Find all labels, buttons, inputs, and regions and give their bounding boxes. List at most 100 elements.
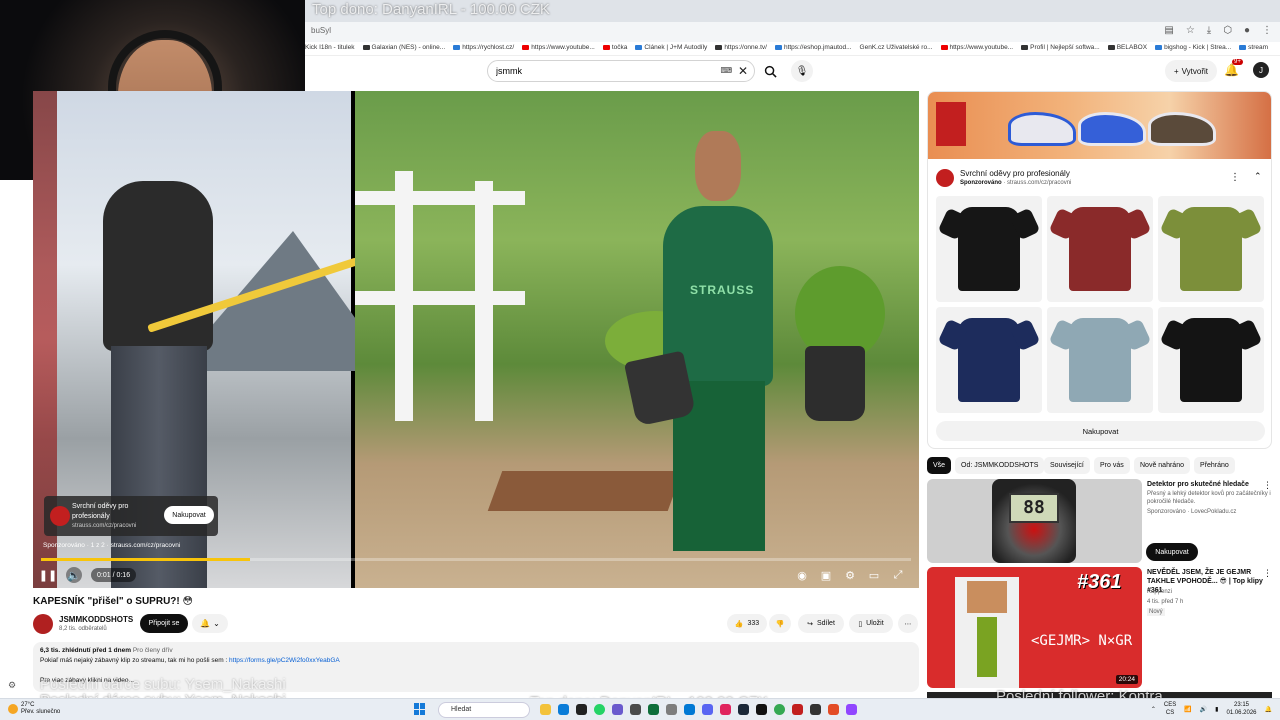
rec-shop-button[interactable]: Nakupovat (1146, 543, 1198, 561)
bookmark-item[interactable]: bigshog - Kick | Strea... (1155, 44, 1231, 51)
ad-card-title[interactable]: Svrchní oděvy pro profesionály (960, 169, 1070, 178)
product-tile[interactable] (1047, 196, 1153, 302)
product-tile[interactable] (1158, 307, 1264, 413)
bookmark-item[interactable]: točka (602, 44, 627, 51)
bookmark-item[interactable]: Článek | J+M Autodíly (635, 44, 707, 51)
rec-channel[interactable]: Kappenzi (1147, 588, 1273, 596)
search-box[interactable]: ⌨ ✕ (487, 60, 755, 82)
app-icon[interactable] (828, 704, 839, 715)
ad-overlay-shop-button[interactable]: Nakupovat (164, 506, 214, 524)
bookmark-item[interactable]: GenK.cz Uživatelské ro... (860, 44, 933, 51)
autoplay-toggle-icon[interactable]: ◉ (793, 568, 811, 582)
notification-settings-button[interactable]: 🔔 ⌄ (192, 614, 228, 633)
app-icon[interactable] (612, 704, 623, 715)
start-button[interactable] (414, 703, 426, 715)
more-icon[interactable]: ⋮ (1263, 480, 1272, 491)
bookmark-item[interactable]: https://www.youtube... (940, 44, 1013, 51)
bookmark-item[interactable]: https://onne.tv/ (715, 44, 767, 51)
bookmark-item[interactable]: https://rychlost.cz/ (453, 44, 514, 51)
volume-icon[interactable]: 🔈 (66, 567, 82, 583)
fullscreen-icon[interactable]: ⤢ (891, 568, 905, 582)
chip-from-channel[interactable]: Od: JSMMKODDSHOTS (955, 457, 1045, 474)
bookmark-item[interactable]: stream (1239, 44, 1268, 51)
channel-name[interactable]: JSMMKODDSHOTS (59, 615, 133, 624)
product-tile[interactable] (1047, 307, 1153, 413)
ad-overlay-card[interactable]: Svrchní oděvy pro profesionály strauss.c… (44, 496, 218, 536)
obs-icon[interactable] (810, 704, 821, 715)
dislike-button[interactable]: 👎 (769, 614, 791, 633)
app-icon[interactable] (792, 704, 803, 715)
bookmark-item[interactable]: Profil | Nejlepší softwa... (1021, 44, 1100, 51)
settings-gear-icon[interactable]: ⚙ (843, 568, 857, 582)
app-icon[interactable] (648, 704, 659, 715)
gear-icon[interactable]: ⚙ (8, 680, 16, 691)
steam-icon[interactable] (738, 704, 749, 715)
sidebar-ad-card[interactable]: Svrchní oděvy pro profesionály Sponzorov… (927, 91, 1272, 449)
voice-search-button[interactable]: 🎙 (791, 60, 813, 82)
profile-icon[interactable]: ● (1244, 25, 1250, 36)
bookmark-item[interactable]: https://eshop.jmautod... (774, 44, 852, 51)
description-link[interactable]: https://forms.gle/pC2Wi2fo0xxYeabGA (229, 657, 340, 664)
address-bar[interactable]: buSyl ▤ ☆ ⤓ ⬡ ● ⋮ (305, 22, 1280, 42)
app-icon[interactable] (666, 704, 677, 715)
subtitles-icon[interactable]: ▣ (819, 568, 833, 582)
star-icon[interactable]: ☆ (1186, 25, 1195, 36)
video-player[interactable]: STRAUSS Svrchní oděvy pro profesionály s… (33, 91, 919, 588)
like-button[interactable]: 👍 333 (727, 614, 767, 633)
clock[interactable]: 23:15 01.06.2026 (1226, 701, 1256, 717)
notifications-bell-icon[interactable]: 🔔 (1224, 63, 1239, 77)
chip-recently-uploaded[interactable]: Nově nahráno (1134, 457, 1190, 474)
discord-icon[interactable] (702, 704, 713, 715)
whatsapp-icon[interactable] (594, 704, 605, 715)
chip-watched[interactable]: Přehráno (1194, 457, 1235, 474)
weather-widget[interactable]: 27°C Přev. slunečno (8, 702, 60, 716)
keyboard-icon[interactable]: ⌨ (720, 66, 732, 75)
search-button[interactable] (757, 60, 783, 82)
bookmark-item[interactable]: BELABOX (1107, 44, 1147, 51)
file-explorer-icon[interactable] (540, 704, 551, 715)
bookmark-item[interactable]: Kick I18n - titulek (305, 44, 355, 51)
twitch-icon[interactable] (846, 704, 857, 715)
product-tile[interactable] (936, 196, 1042, 302)
search-input[interactable] (496, 64, 716, 78)
chip-for-you[interactable]: Pro vás (1094, 457, 1130, 474)
pause-icon[interactable]: ❚❚ (39, 568, 57, 582)
chip-related[interactable]: Související (1044, 457, 1090, 474)
more-icon[interactable]: ⋮ (1230, 172, 1240, 183)
bookmark-item[interactable]: https://www.youtube... (522, 44, 595, 51)
translate-icon[interactable]: ▤ (1164, 25, 1173, 36)
menu-icon[interactable]: ⋮ (1262, 25, 1272, 36)
rec-title[interactable]: Detektor pro skutečné hledače (1147, 480, 1273, 489)
taskbar-search[interactable]: Hledat (438, 702, 530, 718)
app-icon[interactable] (684, 704, 695, 715)
create-button[interactable]: + Vytvořit (1165, 60, 1217, 82)
app-icon[interactable] (630, 704, 641, 715)
notifications-icon[interactable]: 🔔 (1265, 706, 1272, 713)
save-button[interactable]: ▯ Uložit (849, 614, 893, 633)
extensions-icon[interactable]: ⬡ (1223, 25, 1232, 36)
chrome-icon[interactable] (774, 704, 785, 715)
language-indicator[interactable]: CES CS (1164, 701, 1176, 717)
product-tile[interactable] (936, 307, 1042, 413)
chip-all[interactable]: Vše (927, 457, 952, 474)
more-icon[interactable]: ⋮ (1263, 568, 1272, 579)
download-icon[interactable]: ⤓ (1207, 25, 1211, 36)
bookmark-item[interactable]: Galaxian (NES) - online... (362, 44, 445, 51)
edge-icon[interactable] (558, 704, 569, 715)
account-avatar[interactable]: J (1253, 62, 1269, 78)
channel-avatar[interactable] (33, 614, 53, 634)
more-actions-button[interactable]: ⋯ (898, 614, 918, 633)
clear-search-icon[interactable]: ✕ (738, 64, 748, 78)
app-icon[interactable] (576, 704, 587, 715)
app-icon[interactable] (720, 704, 731, 715)
rec-thumbnail[interactable]: #361 <GEJMR> N×GR 20:24 (927, 567, 1142, 688)
join-button[interactable]: Připojit se (140, 614, 188, 633)
battery-icon[interactable]: ▮ (1215, 706, 1218, 713)
github-icon[interactable] (756, 704, 767, 715)
product-tile[interactable] (1158, 196, 1264, 302)
wifi-icon[interactable]: 📶 (1184, 706, 1191, 713)
volume-icon[interactable]: 🔊 (1200, 706, 1207, 713)
share-button[interactable]: ↪ Sdílet (798, 614, 844, 633)
theater-mode-icon[interactable]: ▭ (867, 568, 881, 582)
chevron-up-icon[interactable]: ⌃ (1151, 706, 1156, 713)
